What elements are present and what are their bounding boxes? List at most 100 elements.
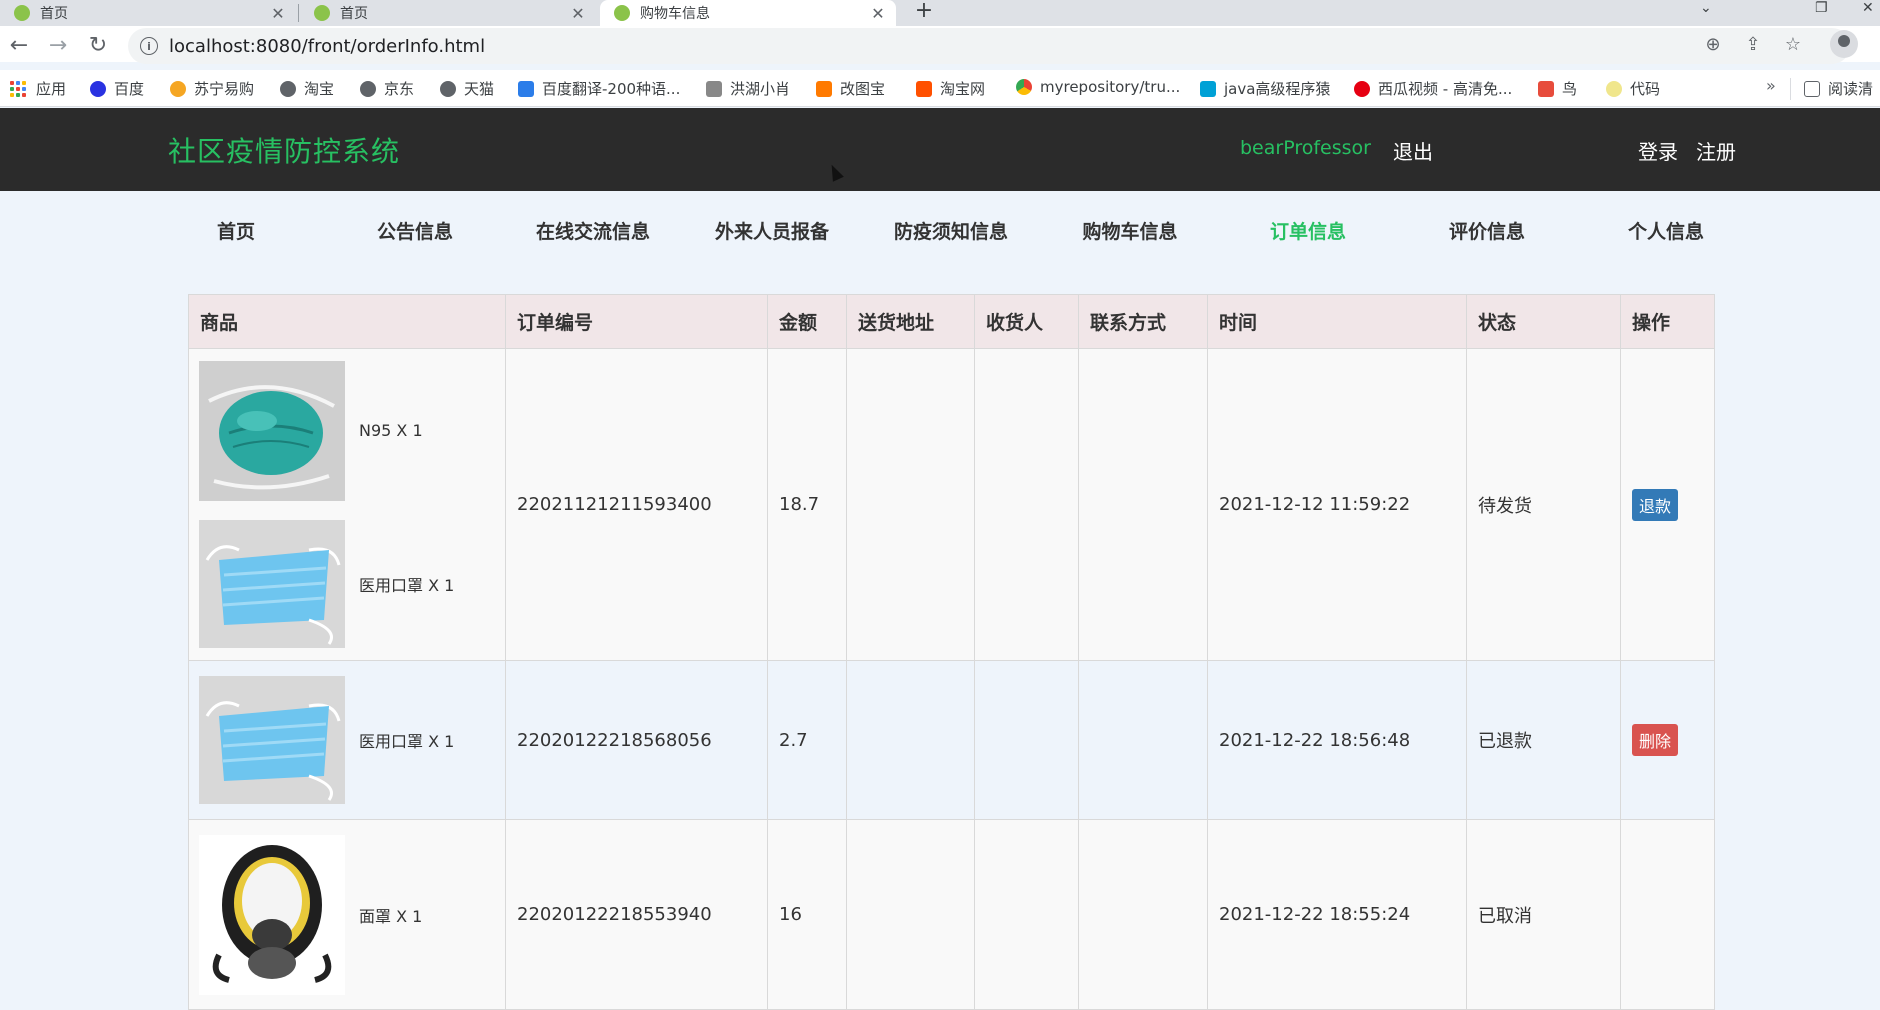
nav-item-reviews[interactable]: 评价信息 — [1449, 217, 1525, 244]
action-cell: 删除 — [1620, 660, 1715, 820]
browser-tab[interactable]: 首页 ✕ — [300, 0, 596, 26]
column-header: 商品 — [188, 294, 506, 349]
order-number: 22020122218568056 — [505, 660, 768, 820]
apps-grid-icon — [10, 80, 26, 97]
bookmark-item[interactable]: 天猫 — [440, 78, 494, 99]
nav-item-prevention-notes[interactable]: 防疫须知信息 — [894, 217, 1008, 244]
delete-button[interactable]: 删除 — [1632, 724, 1679, 756]
bookmark-item[interactable]: myrepository/tru... — [1016, 78, 1180, 96]
register-link[interactable]: 注册 — [1696, 136, 1736, 165]
site-header: 社区疫情防控系统 bearProfessor 退出 登录 注册 — [0, 108, 1880, 191]
medical-mask-image[interactable] — [199, 676, 345, 804]
nav-item-announcements[interactable]: 公告信息 — [377, 217, 453, 244]
bookmark-item[interactable]: 淘宝 — [280, 78, 334, 99]
restore-window-icon[interactable]: ❐ — [1815, 0, 1828, 16]
bookmark-item[interactable]: 苏宁易购 — [170, 78, 254, 99]
bookmark-item[interactable]: 代码 — [1606, 78, 1660, 99]
bookmark-item[interactable]: 改图宝 — [816, 78, 885, 99]
product-name: 面罩 X 1 — [359, 906, 423, 926]
leaf-favicon-icon — [314, 5, 330, 21]
bookmark-item[interactable]: 鸟 — [1538, 78, 1577, 99]
share-icon[interactable]: ⇪ — [1741, 34, 1765, 55]
bookmark-item[interactable]: 洪湖小肖 — [706, 78, 790, 99]
reading-list[interactable]: 阅读清 — [1804, 78, 1873, 99]
site-logo[interactable]: 社区疫情防控系统 — [168, 130, 400, 170]
column-header: 送货地址 — [846, 294, 975, 349]
back-arrow-icon[interactable]: ← — [5, 32, 33, 60]
n95-mask-image[interactable] — [199, 360, 345, 501]
bookmark-item[interactable]: java高级程序猿 — [1200, 78, 1330, 99]
column-header: 状态 — [1466, 294, 1621, 349]
receiver-name — [974, 348, 1079, 661]
product-item: 医用口罩 X 1 — [199, 514, 505, 654]
logout-link[interactable]: 退出 — [1393, 136, 1433, 165]
close-icon[interactable]: ✕ — [568, 4, 588, 23]
nav-item-profile[interactable]: 个人信息 — [1628, 217, 1704, 244]
order-amount: 2.7 — [767, 660, 847, 820]
suning-lion-icon — [170, 80, 186, 97]
table-row: 面罩 X 1 22020122218553940 16 2021-12-22 1… — [188, 819, 1715, 1010]
receiver-name — [974, 660, 1079, 820]
bookmark-item[interactable]: 西瓜视频 - 高清免... — [1354, 78, 1512, 99]
close-icon[interactable]: ✕ — [268, 4, 288, 23]
product-cell: 面罩 X 1 — [188, 819, 506, 1010]
username[interactable]: bearProfessor — [1240, 137, 1371, 159]
bookmark-item[interactable]: 京东 — [360, 78, 414, 99]
url-text[interactable]: localhost:8080/front/orderInfo.html — [169, 36, 485, 57]
tab-search-chevron-icon[interactable]: ⌄ — [1700, 0, 1712, 16]
globe-icon — [280, 80, 296, 97]
contact-info — [1078, 660, 1208, 820]
product-cell: N95 X 1 医用口罩 X 1 — [188, 348, 506, 661]
close-window-icon[interactable]: ✕ — [1862, 0, 1874, 16]
contact-info — [1078, 819, 1208, 1010]
order-time: 2021-12-12 11:59:22 — [1207, 348, 1467, 661]
nav-item-cart[interactable]: 购物车信息 — [1082, 217, 1177, 244]
leaf-favicon-icon — [14, 5, 30, 21]
translate-icon — [518, 80, 534, 97]
browser-tab[interactable]: 首页 ✕ — [0, 0, 296, 26]
new-tab-plus-icon[interactable]: + — [910, 0, 938, 26]
reload-icon[interactable]: ↻ — [84, 32, 112, 60]
browser-tabstrip: 首页 ✕ 首页 ✕ 购物车信息 ✕ + ⌄ ❐ ✕ — [0, 0, 1880, 26]
nav-item-orders[interactable]: 订单信息 — [1270, 217, 1346, 244]
receiver-name — [974, 819, 1079, 1010]
profile-avatar-icon[interactable] — [1830, 30, 1858, 58]
nav-item-home[interactable]: 首页 — [217, 217, 255, 244]
bookmark-label: 淘宝网 — [940, 80, 986, 98]
more-bookmarks-chevron-icon[interactable]: » — [1766, 76, 1776, 95]
play-icon — [1354, 80, 1370, 97]
leaf-favicon-icon — [614, 5, 630, 21]
bookmark-label: myrepository/tru... — [1040, 78, 1181, 96]
bookmark-item[interactable]: 百度翻译-200种语... — [518, 78, 680, 99]
product-item: 面罩 X 1 — [199, 834, 505, 995]
site-info-icon[interactable]: i — [140, 37, 158, 55]
contact-info — [1078, 348, 1208, 661]
bookmark-item[interactable]: 百度 — [90, 78, 144, 99]
close-icon[interactable]: ✕ — [868, 4, 888, 23]
action-cell: 退款 — [1620, 348, 1715, 661]
product-item: 医用口罩 X 1 — [199, 676, 505, 804]
tab-title: 购物车信息 — [640, 6, 710, 22]
login-link[interactable]: 登录 — [1638, 136, 1678, 165]
bookmark-apps[interactable]: 应用 — [10, 78, 66, 99]
zoom-icon[interactable]: ⊕ — [1701, 34, 1725, 55]
bookmark-star-icon[interactable]: ☆ — [1781, 34, 1805, 55]
bookmark-item[interactable]: 淘宝网 — [916, 78, 985, 99]
product-name: 医用口罩 X 1 — [359, 575, 455, 595]
browser-tab-active[interactable]: 购物车信息 ✕ — [600, 0, 896, 26]
globe-icon — [360, 80, 376, 97]
bookmarks-separator — [1790, 78, 1791, 100]
gas-mask-image[interactable] — [199, 834, 345, 995]
nav-item-online-chat[interactable]: 在线交流信息 — [536, 217, 650, 244]
medical-mask-image[interactable] — [199, 519, 345, 648]
refund-button[interactable]: 退款 — [1632, 488, 1679, 521]
table-row: N95 X 1 医用口罩 X 1 22021121211593400 18.7 — [188, 348, 1715, 661]
bird-icon — [706, 80, 722, 97]
forward-arrow-icon[interactable]: → — [44, 32, 72, 60]
tab-separator — [298, 4, 299, 22]
column-header: 时间 — [1207, 294, 1467, 349]
table-header-row: 商品 订单编号 金额 送货地址 收货人 联系方式 时间 状态 操作 — [188, 294, 1715, 349]
tab-title: 首页 — [340, 6, 368, 22]
address-bar[interactable]: i localhost:8080/front/orderInfo.html ⊕ … — [128, 28, 1850, 64]
nav-item-visitor-report[interactable]: 外来人员报备 — [715, 217, 829, 244]
